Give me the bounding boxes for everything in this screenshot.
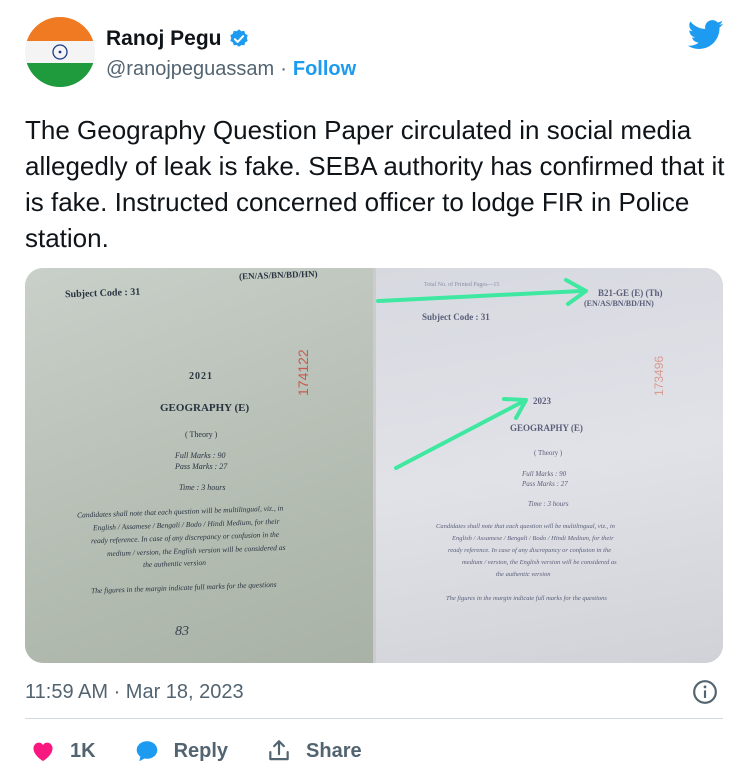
left-subject: GEOGRAPHY (E) xyxy=(160,402,250,414)
left-year: 2021 xyxy=(189,371,213,382)
author-name-row: Ranoj Pegu xyxy=(106,27,250,51)
question-paper-photo-2021[interactable]: (EN/AS/BN/BD/HN) Subject Code : 31 17412… xyxy=(25,268,373,663)
twitter-bird-icon[interactable] xyxy=(688,20,724,50)
reply-label: Reply xyxy=(173,739,229,762)
highlight-arrows xyxy=(376,278,588,470)
tweet-media[interactable]: (EN/AS/BN/BD/HN) Subject Code : 31 17412… xyxy=(25,268,723,663)
left-code-line: (EN/AS/BN/BD/HN) xyxy=(238,268,318,282)
author-handle-row: @ranojpeguassam · Follow xyxy=(106,58,356,81)
tweet-timestamp[interactable]: 11:59 AM · Mar 18, 2023 xyxy=(25,681,244,704)
left-serial-number: 174122 xyxy=(295,349,311,396)
left-pass-marks: Pass Marks : 27 xyxy=(175,462,228,471)
reply-button[interactable]: Reply xyxy=(134,738,228,764)
follow-button[interactable]: Follow xyxy=(293,58,356,81)
left-note-line: ready reference. In case of any discrepa… xyxy=(90,529,280,546)
share-label: Share xyxy=(306,739,362,762)
reply-bubble-icon xyxy=(136,741,157,762)
share-button[interactable]: Share xyxy=(266,738,362,764)
author-name[interactable]: Ranoj Pegu xyxy=(106,27,222,51)
left-handwritten-mark: 83 xyxy=(175,624,189,639)
left-figures-note: The figures in the margin indicate full … xyxy=(90,579,277,596)
left-full-marks: Full Marks : 90 xyxy=(175,451,226,460)
separator-dot: · xyxy=(280,58,287,80)
heart-icon xyxy=(33,742,53,762)
share-icon xyxy=(269,740,289,761)
action-bar: 1K Reply Share xyxy=(30,738,400,764)
arrow-to-year xyxy=(394,399,526,470)
left-note-line: the authentic version xyxy=(142,557,207,570)
verified-badge-icon xyxy=(229,29,248,47)
tweet-card: Ranoj Pegu @ranojpeguassam · Follow The … xyxy=(0,0,747,780)
tweet-text: The Geography Question Paper circulated … xyxy=(25,115,725,253)
arrow-to-paper-code xyxy=(376,289,583,303)
divider xyxy=(25,718,723,719)
info-icon[interactable] xyxy=(692,679,718,705)
like-button[interactable]: 1K xyxy=(30,738,96,764)
author-handle[interactable]: @ranojpeguassam xyxy=(106,58,274,81)
left-time: Time : 3 hours xyxy=(179,483,226,492)
question-paper-photo-2023[interactable]: Total No. of Printed Pages—15 B21-GE (E)… xyxy=(376,268,723,663)
left-note-line: medium / version, the English version wi… xyxy=(106,542,286,559)
ashoka-chakra-icon xyxy=(52,44,68,60)
left-theory: ( Theory ) xyxy=(185,430,218,439)
left-subject-code: Subject Code : 31 xyxy=(64,286,141,301)
author-avatar[interactable] xyxy=(25,17,95,87)
like-count: 1K xyxy=(70,739,96,762)
